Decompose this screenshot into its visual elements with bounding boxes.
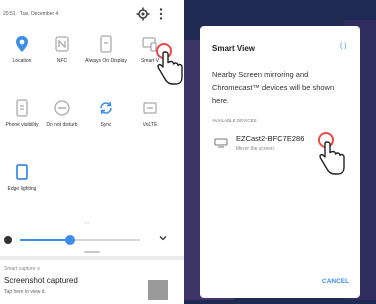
edge-lighting-icon — [16, 164, 28, 180]
quick-settings-panel: 20:51 · Tue, December 4 Location NFC Alw… — [0, 0, 184, 304]
tile-location[interactable]: Location — [0, 34, 44, 78]
do-not-disturb-icon — [54, 100, 70, 116]
brightness-icon — [4, 236, 12, 244]
drag-handle[interactable] — [84, 251, 100, 253]
notification-card[interactable]: Smart capture ∨ Screenshot captured Tap … — [0, 256, 184, 304]
page-indicator: • ○ — [84, 220, 90, 225]
sync-icon — [100, 101, 112, 115]
cancel-button[interactable]: CANCEL — [322, 278, 349, 285]
tile-always-on-display[interactable]: Always On Display — [84, 34, 128, 78]
tile-label: Always On Display — [85, 58, 127, 64]
volte-icon — [143, 102, 157, 114]
tile-phone-visibility[interactable]: Phone visibility — [0, 98, 44, 142]
tile-label: VoLTE — [142, 122, 158, 128]
device-name: EZCast2-BFC7E286 — [236, 134, 305, 143]
gear-icon[interactable] — [136, 7, 150, 21]
notification-subtitle: Tap here to view it. — [4, 289, 46, 295]
more-options-icon[interactable] — [158, 7, 164, 21]
smart-view-screen: Smart View ( ) Nearby Screen mirroring a… — [184, 0, 376, 304]
tile-edge-lighting[interactable]: Edge lighting — [0, 162, 44, 206]
available-devices-header: AVAILABLE DEVICES — [212, 118, 257, 123]
tile-label: Location — [12, 58, 32, 64]
location-icon — [16, 36, 28, 52]
always-on-display-icon — [100, 35, 112, 53]
brightness-bar: • ○ — [0, 214, 184, 256]
notification-app-name: Smart capture ∨ — [4, 266, 41, 272]
phone-visibility-icon — [16, 99, 28, 117]
tile-sync[interactable]: Sync — [84, 98, 128, 142]
device-subtitle: Mirror the screen. — [236, 146, 276, 152]
pointing-hand-icon — [157, 51, 183, 85]
tile-label: NFC — [56, 58, 68, 64]
screenshot-thumbnail[interactable] — [148, 280, 168, 300]
nfc-icon — [55, 36, 69, 52]
chevron-down-icon[interactable] — [158, 233, 168, 243]
tile-label: Phone visibility — [5, 122, 39, 128]
tile-do-not-disturb[interactable]: Do not disturb — [40, 98, 84, 142]
tile-label: Edge lighting — [7, 186, 37, 192]
tile-volte[interactable]: VoLTE — [128, 98, 172, 142]
brightness-fill — [20, 239, 71, 241]
status-time: 20:51 · Tue, December 4 — [3, 11, 59, 17]
notification-title: Screenshot captured — [4, 276, 78, 285]
tile-label: Do not disturb — [46, 122, 78, 128]
dialog-title: Smart View — [212, 44, 255, 53]
pointing-hand-icon — [319, 141, 345, 175]
tile-nfc[interactable]: NFC — [40, 34, 84, 78]
cast-device-icon — [214, 138, 228, 148]
refresh-indicator: ( ) — [340, 43, 347, 50]
status-bar: 20:51 · Tue, December 4 — [0, 0, 184, 34]
tile-label: Sync — [100, 122, 112, 128]
brightness-slider-thumb[interactable] — [65, 235, 76, 245]
dialog-description: Nearby Screen mirroring and Chromecast™ … — [212, 70, 335, 105]
